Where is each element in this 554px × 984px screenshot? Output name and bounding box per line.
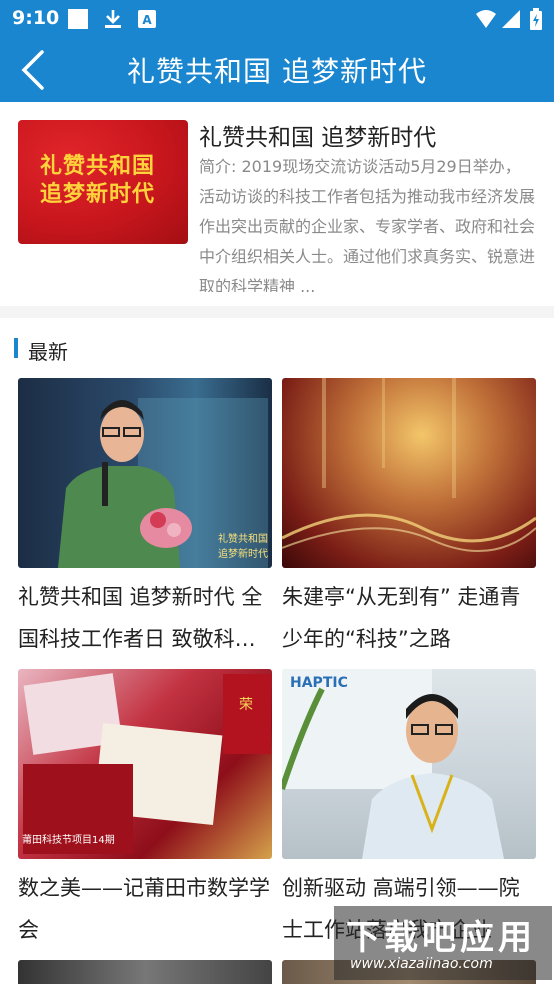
section-accent-bar [14,338,18,358]
thumbnail-caption: 礼赞共和国 追梦新时代 [218,534,268,560]
section-divider [0,306,554,318]
notification-square-icon [68,9,88,29]
thumbnail-caption: HAPTIC [290,675,348,691]
watermark: 下载吧应用 www.xiazaiinao.com [334,906,552,980]
section-label: 最新 [28,340,68,364]
watermark-url: www.xiazaiinao.com [350,956,493,972]
status-bar: 9:10 A [0,0,554,38]
golden-wave-graphic [282,378,536,552]
video-card[interactable]: 朱建亭“从无到有” 走通青少年的“科技”之路 [282,378,536,660]
cover-text-line2: 追梦新时代 [40,182,156,207]
app-bar: 礼赞共和国 追梦新时代 [0,38,554,102]
svg-text:A: A [142,13,152,27]
video-card[interactable]: 荣 莆田科技节项目14期 数之美——记莆田市数学学会 [18,669,272,951]
svg-text:荣: 荣 [239,697,253,713]
video-title: 礼赞共和国 追梦新时代 全国科技工作者日 致敬科… [18,585,263,651]
interviewee-figure [282,669,504,859]
watermark-text: 下载吧应用 [346,918,536,958]
thumbnail-caption: 莆田科技节项目14期 [22,835,115,846]
video-card[interactable]: 礼赞共和国 追梦新时代 礼赞共和国 追梦新时代 全国科技工作者日 致敬科… [18,378,272,660]
video-thumbnail: 礼赞共和国 追梦新时代 [18,378,272,568]
status-time: 9:10 [12,7,60,29]
battery-icon [530,8,542,30]
wifi-icon [476,10,496,28]
video-thumbnail [282,378,536,568]
video-thumbnail: 荣 莆田科技节项目14期 [18,669,272,859]
video-title: 朱建亭“从无到有” 走通青少年的“科技”之路 [282,585,521,651]
download-icon [105,10,121,28]
page-title: 礼赞共和国 追梦新时代 [127,55,427,88]
album-title: 礼赞共和国 追梦新时代 [199,125,437,151]
album-cover-image: 礼赞共和国 追梦新时代 [18,120,188,244]
signal-icon [502,10,520,28]
album-description: 简介: 2019现场交流访谈活动5月29日举办，活动访谈的科技工作者包括为推动我… [199,157,535,292]
album-intro: 礼赞共和国 追梦新时代 礼赞共和国 追梦新时代 简介: 2019现场交流访谈活动… [0,102,554,306]
video-thumbnail: HAPTIC [282,669,536,859]
video-card-partial[interactable] [18,960,272,984]
app-store-icon: A [138,10,156,28]
video-title: 数之美——记莆田市数学学会 [18,876,270,942]
